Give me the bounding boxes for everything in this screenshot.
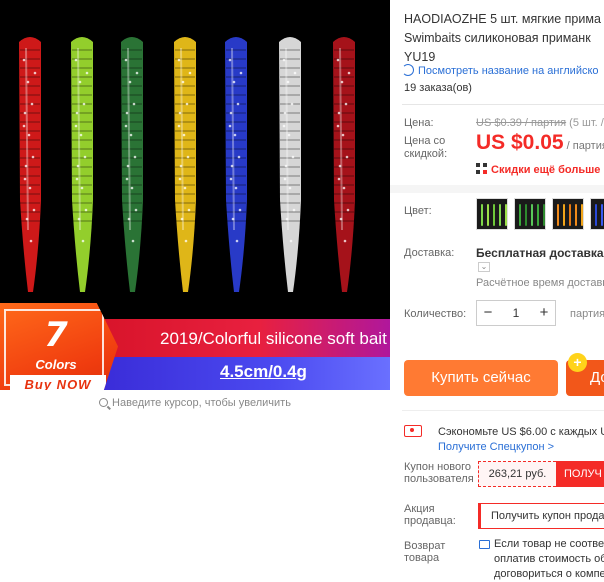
qr-code-icon xyxy=(476,163,487,174)
swatch-worm xyxy=(519,204,521,226)
promo-badge: 7 Colors Buy NOW xyxy=(0,303,118,390)
swatch-worm xyxy=(505,204,507,226)
color-label: Цвет: xyxy=(404,205,432,217)
worm-bait xyxy=(19,37,41,292)
discount-price-unit: / партия xyxy=(563,140,604,152)
coupon-icon xyxy=(404,425,422,437)
magnifier-icon xyxy=(99,398,109,407)
product-title: HAODIAOZHE 5 шт. мягкие прима Swimbaits … xyxy=(404,10,604,67)
quantity-decrease-button[interactable]: − xyxy=(477,301,499,325)
new-user-coupon-amount: 263,21 руб. xyxy=(478,461,556,487)
promo-buy-now: Buy NOW xyxy=(10,375,106,390)
worm-bait xyxy=(333,37,355,292)
promo-banner: 2019/Colorful silicone soft bait 4.5cm/0… xyxy=(0,303,390,390)
product-gallery: 2019/Colorful silicone soft bait 4.5cm/0… xyxy=(0,0,390,582)
app-discount-link[interactable]: Скидки ещё больше в xyxy=(476,163,604,176)
quantity-input[interactable]: 1 xyxy=(499,301,533,325)
swatch-worm xyxy=(525,204,527,226)
return-line: оплатив стоимость об xyxy=(494,553,604,565)
buy-now-button[interactable]: Купить сейчас xyxy=(404,360,558,396)
new-user-coupon-button[interactable]: ПОЛУЧ xyxy=(556,461,604,487)
swatch-worm xyxy=(569,204,571,226)
product-image[interactable]: 2019/Colorful silicone soft bait 4.5cm/0… xyxy=(0,0,390,390)
swatch-worm xyxy=(595,204,597,226)
worm-bait xyxy=(279,37,301,292)
swatch-worm xyxy=(537,204,539,226)
new-user-coupon-label-line2: пользователя xyxy=(404,473,474,485)
orders-count: 19 заказа(ов) xyxy=(404,82,472,94)
swatch-worm xyxy=(601,204,603,226)
quantity-unit: партия xyxy=(570,308,604,320)
chevron-down-icon[interactable]: ⌄ xyxy=(478,262,490,272)
quantity-stepper: − 1 + xyxy=(476,300,556,326)
discount-price-value: US $0.05 xyxy=(476,131,564,154)
seller-promo-label-line2: продавца: xyxy=(404,515,456,527)
divider xyxy=(402,104,604,105)
discount-price-label-line2: скидкой: xyxy=(404,148,448,160)
swatch-worm xyxy=(581,204,583,226)
product-info: HAODIAOZHE 5 шт. мягкие прима Swimbaits … xyxy=(390,0,604,582)
app-discount-text: Скидки ещё больше в xyxy=(491,164,604,176)
worm-bait xyxy=(71,37,93,292)
swatch-worm xyxy=(531,204,533,226)
title-line: Swimbaits силиконовая приманк xyxy=(404,31,591,45)
color-swatch[interactable] xyxy=(552,198,584,230)
promo-badge-frame: 7 Colors Buy NOW xyxy=(4,309,106,390)
quantity-label: Количество: xyxy=(404,308,467,320)
worm-bait xyxy=(174,37,196,292)
promo-number: 7 xyxy=(44,315,68,355)
discount-price: US $0.05 / партия xyxy=(476,131,604,155)
plus-icon: + xyxy=(568,353,587,372)
swatch-worm xyxy=(481,204,483,226)
old-price-value: US $0.39 / партия xyxy=(476,117,567,129)
swatch-worm xyxy=(563,204,565,226)
banner-text: 2019/Colorful silicone soft bait xyxy=(160,329,387,348)
promo-colors-label: Colors xyxy=(35,357,77,372)
seller-coupon-button[interactable]: Получить купон продав xyxy=(478,503,604,529)
old-price: US $0.39 / партия (5 шт. / xyxy=(476,117,604,129)
swatch-worm xyxy=(487,204,489,226)
translate-link-text: Посмотреть название на английско xyxy=(418,65,599,77)
price-label: Цена: xyxy=(404,117,434,129)
color-swatch[interactable] xyxy=(590,198,604,230)
return-policy-icon xyxy=(479,540,490,549)
color-swatches xyxy=(476,198,604,235)
return-line: договориться о компе xyxy=(494,568,604,580)
shipping-label: Доставка: xyxy=(404,247,455,259)
shipping-estimate: Расчётное время доставк xyxy=(476,277,604,289)
new-user-coupon: 263,21 руб. ПОЛУЧ xyxy=(478,461,604,487)
quantity-increase-button[interactable]: + xyxy=(533,301,555,325)
swatch-worm xyxy=(575,204,577,226)
save-text: Сэкономьте US $6.00 с каждых US xyxy=(438,426,604,438)
swatch-worm xyxy=(557,204,559,226)
color-swatch[interactable] xyxy=(476,198,508,230)
coupon-promo: Сэкономьте US $6.00 с каждых US Получите… xyxy=(402,410,604,458)
swatch-worm xyxy=(543,204,545,226)
section-separator xyxy=(390,185,604,193)
return-line: Если товар не соответ xyxy=(494,538,604,550)
worm-bait xyxy=(121,37,143,292)
translate-link[interactable]: Посмотреть название на английско xyxy=(402,64,599,77)
swatch-worm xyxy=(493,204,495,226)
worm-bait xyxy=(225,37,247,292)
banner-size: 4.5cm/0.4g xyxy=(220,362,307,381)
return-label-line2: товара xyxy=(404,552,440,564)
get-coupon-link[interactable]: Получите Спецкупон > xyxy=(438,441,554,453)
old-price-extra: (5 шт. / xyxy=(566,117,604,129)
color-swatch[interactable] xyxy=(514,198,546,230)
zoom-hint: Наведите курсор, чтобы увеличить xyxy=(0,397,390,409)
discount-price-label-line1: Цена со xyxy=(404,135,446,147)
return-policy-text: Если товар не соответ оплатив стоимость … xyxy=(494,537,604,582)
title-line: HAODIAOZHE 5 шт. мягкие прима xyxy=(404,12,601,26)
swatch-worm xyxy=(499,204,501,226)
zoom-hint-text: Наведите курсор, чтобы увеличить xyxy=(112,397,291,409)
shipping-method[interactable]: Бесплатная доставка в Р xyxy=(476,246,604,260)
translate-icon xyxy=(402,64,414,76)
worm-illustration xyxy=(19,37,355,292)
